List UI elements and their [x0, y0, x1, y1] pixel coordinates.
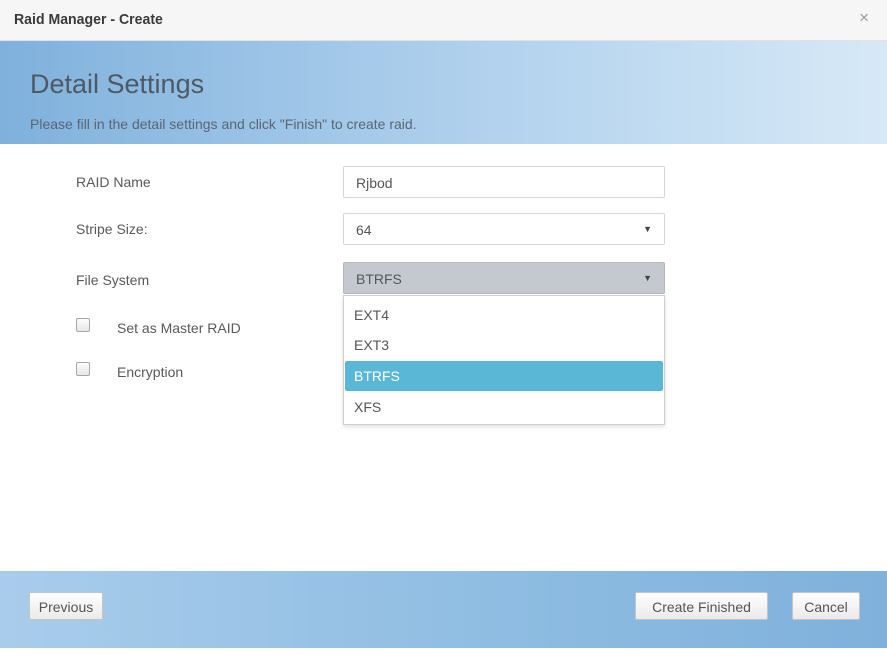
option-ext4[interactable]: EXT4 [345, 300, 663, 330]
raid-name-label: RAID Name [76, 174, 151, 190]
option-label: BTRFS [354, 368, 400, 384]
stripe-size-select[interactable]: 64 ▼ [343, 213, 665, 245]
page-subtitle: Please fill in the detail settings and c… [30, 116, 417, 132]
dialog-footer: Previous Create Finished Cancel [0, 571, 887, 648]
title-bar: Raid Manager - Create × [0, 0, 887, 41]
window-title: Raid Manager - Create [14, 11, 163, 28]
raid-name-value: Rjbod [356, 175, 393, 191]
option-label: XFS [354, 399, 382, 415]
master-raid-label: Set as Master RAID [117, 320, 241, 336]
option-ext3[interactable]: EXT3 [345, 330, 663, 360]
cancel-button[interactable]: Cancel [792, 592, 860, 620]
option-label: EXT4 [354, 307, 390, 323]
file-system-select[interactable]: BTRFS ▼ [343, 262, 665, 294]
option-xfs[interactable]: XFS [345, 392, 663, 422]
encryption-label: Encryption [117, 364, 184, 380]
raid-name-input[interactable]: Rjbod [343, 166, 665, 198]
master-raid-checkbox[interactable] [76, 318, 90, 332]
chevron-down-icon: ▼ [643, 224, 652, 234]
raid-create-dialog: Raid Manager - Create × Detail Settings … [0, 0, 887, 659]
stripe-size-value: 64 [356, 222, 372, 238]
file-system-label: File System [76, 272, 150, 288]
create-finished-button[interactable]: Create Finished [635, 592, 768, 620]
header-banner: Detail Settings Please fill in the detai… [0, 41, 887, 144]
create-finished-button-label: Create Finished [652, 599, 751, 615]
previous-button[interactable]: Previous [29, 592, 103, 620]
close-icon[interactable]: × [859, 8, 869, 28]
option-label: EXT3 [354, 337, 390, 353]
cancel-button-label: Cancel [804, 599, 848, 615]
encryption-checkbox[interactable] [76, 362, 90, 376]
option-btrfs[interactable]: BTRFS [345, 361, 663, 391]
previous-button-label: Previous [38, 599, 94, 615]
stripe-size-label: Stripe Size: [76, 221, 148, 237]
chevron-down-icon: ▼ [643, 273, 652, 283]
page-title: Detail Settings [30, 69, 205, 99]
file-system-dropdown: EXT4 EXT3 BTRFS XFS [343, 295, 665, 425]
file-system-value: BTRFS [356, 271, 402, 287]
